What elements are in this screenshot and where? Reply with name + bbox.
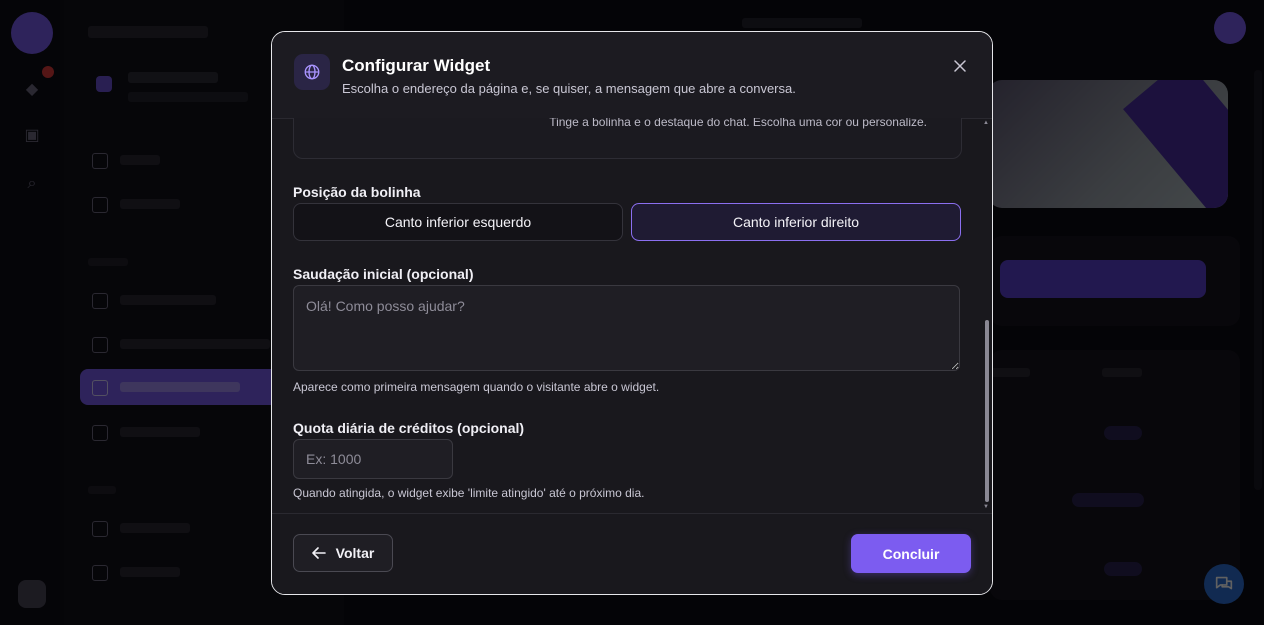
done-button[interactable]: Concluir <box>851 534 971 573</box>
scroll-down-arrow[interactable]: ▼ <box>983 504 989 510</box>
dialog-body[interactable]: Tinge a bolinha e o destaque do chat. Es… <box>272 118 992 513</box>
greeting-help: Aparece como primeira mensagem quando o … <box>293 380 660 394</box>
close-button[interactable] <box>948 54 972 78</box>
position-bottom-left-button[interactable]: Canto inferior esquerdo <box>293 203 623 241</box>
dialog-footer: Voltar Concluir <box>272 513 992 594</box>
quota-help: Quando atingida, o widget exibe 'limite … <box>293 486 645 500</box>
dialog-subtitle: Escolha o endereço da página e, se quise… <box>342 81 796 96</box>
greeting-textarea[interactable] <box>293 285 960 371</box>
color-hint: Tinge a bolinha e o destaque do chat. Es… <box>549 118 927 129</box>
back-button-label: Voltar <box>335 545 375 561</box>
close-icon <box>954 60 966 72</box>
configure-widget-dialog: Configurar Widget Escolha o endereço da … <box>271 31 993 595</box>
back-button[interactable]: Voltar <box>293 534 393 572</box>
color-picker-card: Tinge a bolinha e o destaque do chat. Es… <box>293 118 962 159</box>
position-label: Posição da bolinha <box>293 184 421 200</box>
greeting-label: Saudação inicial (opcional) <box>293 266 474 282</box>
arrow-left-icon <box>311 547 326 559</box>
scrollbar-thumb[interactable] <box>985 320 989 502</box>
scroll-up-arrow[interactable]: ▲ <box>983 120 989 126</box>
dialog-header: Configurar Widget Escolha o endereço da … <box>272 32 992 119</box>
quota-label: Quota diária de créditos (opcional) <box>293 420 525 436</box>
globe-icon <box>294 54 330 90</box>
quota-input[interactable] <box>293 439 453 479</box>
dialog-title: Configurar Widget <box>342 56 491 75</box>
position-bottom-right-button[interactable]: Canto inferior direito <box>631 203 961 241</box>
